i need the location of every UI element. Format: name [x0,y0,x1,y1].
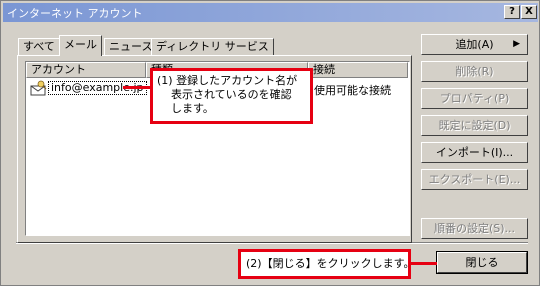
tab-all[interactable]: すべて [18,38,60,55]
callout-step1-line2: 表示されているのを確認 [171,88,292,101]
add-button-label: 追加(A) [455,38,494,51]
connection-type: 使用可能な接続 [314,84,391,97]
callout-leader-line [123,86,150,89]
close-button[interactable]: 閉じる [436,251,528,274]
callout-step2: (2)【閉じる】をクリックします。 [238,249,414,279]
set-order-button[interactable]: 順番の設定(S)... [421,218,528,239]
help-button[interactable]: ? [504,5,520,19]
callout-step1-line1: (1) 登録したアカウント名が [157,74,298,87]
internet-accounts-dialog: インターネット アカウント ? X すべて メール ニュース ディレクトリ サー… [0,0,540,286]
column-header-connection[interactable]: 接続 [308,62,408,78]
submenu-arrow-icon: ▶ [513,39,520,49]
tab-directory-service[interactable]: ディレクトリ サービス [151,38,274,55]
callout-leader-line [411,262,437,265]
add-button[interactable]: 追加(A) ▶ [421,34,528,55]
remove-button[interactable]: 削除(R) [421,61,528,82]
title-bar[interactable]: インターネット アカウント ? X [3,3,538,22]
callout-step1-line3: します。 [171,102,214,115]
window-title: インターネット アカウント [7,7,143,20]
set-default-button[interactable]: 既定に設定(D) [421,115,528,136]
tab-news[interactable]: ニュース [104,38,158,55]
import-button[interactable]: インポート(I)... [421,142,528,163]
mail-account-icon [30,80,48,96]
tab-mail[interactable]: メール [59,35,102,56]
callout-step1: (1) 登録したアカウント名が 表示されているのを確認 します。 [150,68,313,124]
export-button[interactable]: エクスポート(E)... [421,169,528,190]
close-window-button[interactable]: X [521,5,537,19]
column-header-account[interactable]: アカウント [26,62,146,78]
properties-button[interactable]: プロパティ(P) [421,88,528,109]
